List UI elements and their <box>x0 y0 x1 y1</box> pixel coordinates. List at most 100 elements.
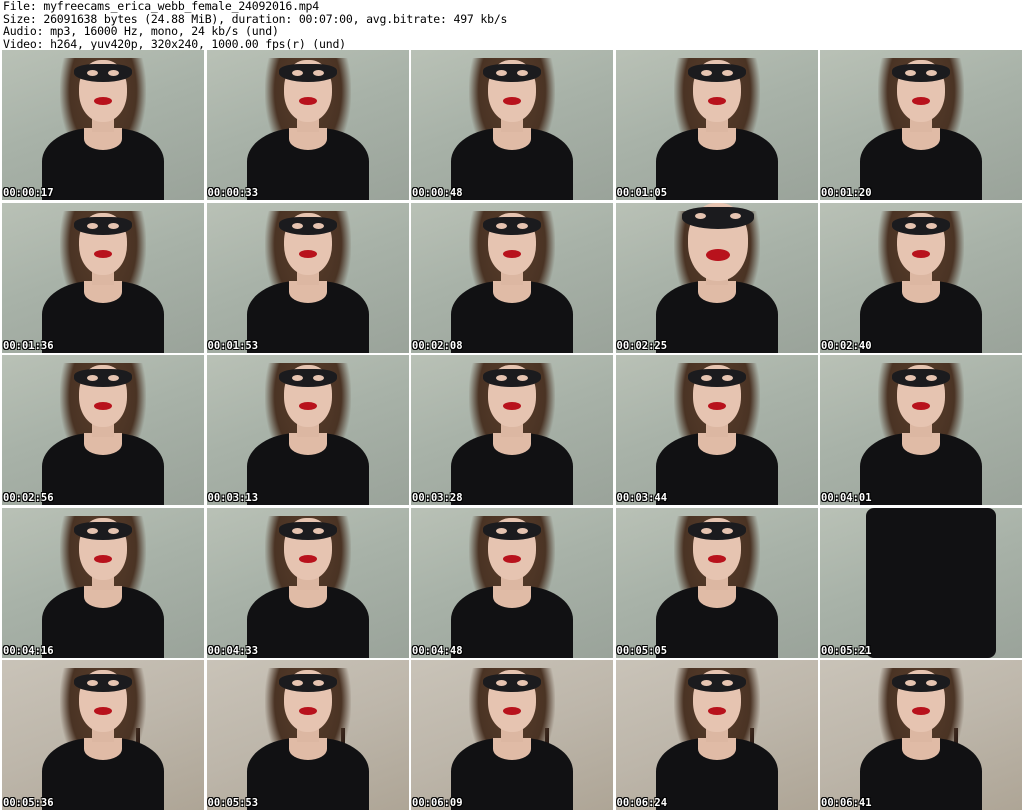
thumbnail-timestamp: 00:02:25 <box>616 339 668 352</box>
thumbnail-figure-mask <box>892 674 950 692</box>
thumbnail-figure-mask <box>687 369 746 387</box>
thumbnail-figure-lips <box>707 97 726 105</box>
video-thumbnail: 00:03:28 <box>411 355 613 505</box>
video-thumbnail: 00:04:01 <box>820 355 1022 505</box>
thumbnail-timestamp: 00:02:56 <box>3 492 54 504</box>
thumbnail-figure-mask <box>278 521 337 540</box>
video-thumbnail: 00:02:25 <box>615 202 818 353</box>
video-thumbnail: 00:01:20 <box>820 50 1022 200</box>
video-thumbnail: 00:00:17 <box>2 50 204 200</box>
thumbnail-figure-mask <box>74 521 132 540</box>
video-thumbnail: 00:02:08 <box>411 202 613 353</box>
thumbnail-figure-lips <box>503 707 521 715</box>
thumbnail-figure-mask <box>892 64 950 82</box>
file-info-header: File: myfreecams_erica_webb_female_24092… <box>0 0 1024 50</box>
thumbnail-timestamp: 00:03:28 <box>412 492 463 504</box>
video-thumbnail: 00:02:40 <box>820 202 1022 353</box>
video-thumbnail: 00:00:33 <box>206 50 409 200</box>
thumbnail-figure-body <box>866 507 996 658</box>
thumbnail-timestamp: 00:05:21 <box>821 644 872 657</box>
thumbnail-timestamp: 00:03:44 <box>616 492 668 504</box>
thumbnail-figure-lips <box>707 554 726 563</box>
thumbnail-figure-mask <box>278 369 337 387</box>
video-thumbnail: 00:03:44 <box>615 355 818 505</box>
thumbnail-timestamp: 00:01:53 <box>207 339 259 352</box>
thumbnail-figure-lips <box>298 402 317 410</box>
thumbnail-figure-lips <box>912 707 930 715</box>
thumbnail-figure-mask <box>687 674 746 692</box>
video-thumbnail: 00:02:56 <box>2 355 204 505</box>
thumbnail-figure-lips <box>298 249 317 258</box>
thumbnail-figure-lips <box>707 402 726 410</box>
thumbnail-figure-lips <box>94 554 112 563</box>
thumbnail-figure-lips <box>298 707 317 715</box>
thumbnail-timestamp: 00:05:05 <box>616 644 668 657</box>
thumbnail-figure-lips <box>298 554 317 563</box>
thumbnail-figure-lips <box>94 707 112 715</box>
thumbnail-timestamp: 00:01:20 <box>821 187 872 199</box>
thumbnail-figure-lips <box>912 249 930 258</box>
thumbnail-figure-mask <box>74 674 132 692</box>
video-thumbnail: 00:06:24 <box>615 660 818 810</box>
thumbnail-figure-lips <box>94 97 112 105</box>
thumbnail-figure-lips <box>707 707 726 715</box>
video-thumbnail: 00:04:48 <box>411 507 613 658</box>
video-thumbnail: 00:01:36 <box>2 202 204 353</box>
thumbnail-figure-lips <box>912 402 930 410</box>
audio-info-line: Audio: mp3, 16000 Hz, mono, 24 kb/s (und… <box>3 24 279 38</box>
thumbnail-timestamp: 00:01:05 <box>616 187 668 199</box>
thumbnail-timestamp: 00:04:48 <box>412 644 463 657</box>
thumbnail-figure-mask <box>483 64 541 82</box>
thumbnail-timestamp: 00:03:13 <box>207 492 259 504</box>
thumbnail-figure-lips <box>503 402 521 410</box>
thumbnail-figure-lips <box>503 249 521 258</box>
thumbnail-figure-mask <box>483 216 541 235</box>
thumbnail-figure-mask <box>483 674 541 692</box>
video-info-line: Video: h264, yuv420p, 320x240, 1000.00 f… <box>3 36 346 51</box>
video-thumbnail: 00:01:05 <box>615 50 818 200</box>
thumbnail-figure-mask <box>687 521 746 540</box>
video-thumbnail: 00:04:33 <box>206 507 409 658</box>
thumbnail-figure-lips <box>912 97 930 105</box>
thumbnail-figure-mask <box>278 216 337 235</box>
thumbnail-figure-mask <box>278 674 337 692</box>
video-thumbnail: 00:06:09 <box>411 660 613 810</box>
video-thumbnail: 00:06:41 <box>820 660 1022 810</box>
thumbnail-figure-lips <box>503 554 521 563</box>
video-thumbnail: 00:05:05 <box>615 507 818 658</box>
thumbnail-figure-mask <box>74 64 132 82</box>
thumbnail-timestamp: 00:05:53 <box>207 797 259 809</box>
thumbnail-figure-mask <box>278 64 337 82</box>
thumbnail-figure-lips <box>503 97 521 105</box>
thumbnail-figure-mask <box>483 369 541 387</box>
video-thumbnail: 00:01:53 <box>206 202 409 353</box>
thumbnail-figure-mask <box>74 369 132 387</box>
thumbnail-timestamp: 00:04:01 <box>821 492 872 504</box>
thumbnail-timestamp: 00:02:40 <box>821 339 872 352</box>
thumbnail-figure-mask <box>892 216 950 235</box>
video-thumbnail: 00:04:16 <box>2 507 204 658</box>
thumbnail-figure-mask <box>74 216 132 235</box>
video-thumbnail: 00:05:36 <box>2 660 204 810</box>
thumbnail-figure-mask <box>892 369 950 387</box>
video-thumbnail: 00:03:13 <box>206 355 409 505</box>
thumbnail-timestamp: 00:05:36 <box>3 797 54 809</box>
thumbnail-figure-lips <box>705 248 730 261</box>
video-thumbnail: 00:00:48 <box>411 50 613 200</box>
thumbnail-timestamp: 00:00:17 <box>3 187 54 199</box>
thumbnail-figure-lips <box>94 402 112 410</box>
file-name-line: File: myfreecams_erica_webb_female_24092… <box>3 0 320 13</box>
thumbnail-figure-mask <box>483 521 541 540</box>
thumbnail-timestamp: 00:00:48 <box>412 187 463 199</box>
video-thumbnail: 00:05:21 <box>820 507 1022 658</box>
thumbnail-timestamp: 00:06:41 <box>821 797 872 809</box>
thumbnail-timestamp: 00:02:08 <box>412 339 463 352</box>
thumbnail-figure-lips <box>298 97 317 105</box>
thumbnail-figure-lips <box>94 249 112 258</box>
thumbnail-timestamp: 00:04:33 <box>207 644 259 657</box>
thumbnail-timestamp: 00:00:33 <box>207 187 259 199</box>
thumbnail-figure-mask <box>687 64 746 82</box>
thumbnail-timestamp: 00:06:24 <box>616 797 668 809</box>
thumbnail-timestamp: 00:01:36 <box>3 339 54 352</box>
thumbnail-grid: 00:00:17 00:00:33 00:00:48 00:01:05 00:01:20… <box>2 50 1022 811</box>
